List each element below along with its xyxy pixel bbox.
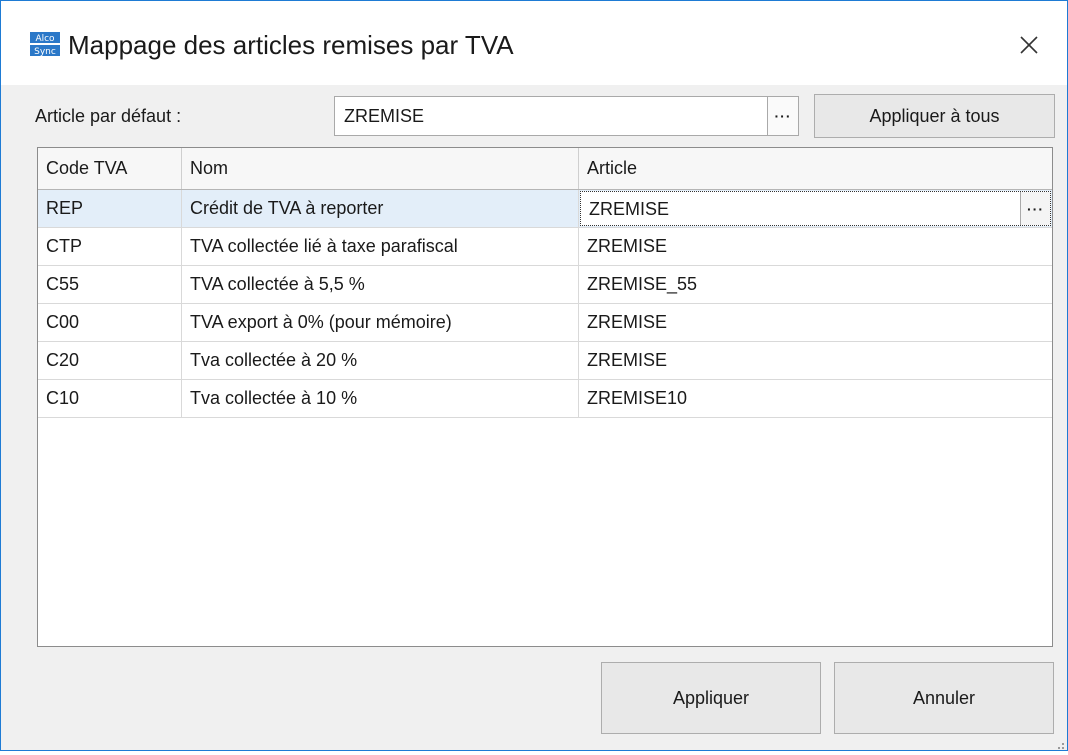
table-row[interactable]: C00 TVA export à 0% (pour mémoire) ZREMI… [38, 304, 1052, 342]
title-bar[interactable]: Alco Sync Mappage des articles remises p… [1, 1, 1067, 85]
default-article-label: Article par défaut : [35, 106, 182, 126]
close-icon [1020, 36, 1038, 54]
apply-button[interactable]: Appliquer [601, 662, 821, 734]
tva-mapping-grid[interactable]: Code TVA Nom Article REP Crédit de TVA à… [37, 147, 1053, 647]
default-article-input[interactable]: ZREMISE ··· [334, 96, 799, 136]
article-cell-editor[interactable]: ZREMISE ··· [580, 191, 1051, 226]
cell-nom[interactable]: TVA collectée lié à taxe parafiscal [182, 228, 579, 265]
default-article-value: ZREMISE [344, 106, 425, 126]
cell-nom[interactable]: Tva collectée à 10 % [182, 380, 579, 417]
cell-code[interactable]: C00 [38, 304, 182, 341]
cell-code[interactable]: CTP [38, 228, 182, 265]
cell-article[interactable]: ZREMISE10 [579, 380, 1052, 417]
cancel-button[interactable]: Annuler [834, 662, 1054, 734]
cell-article: ZREMISE [589, 199, 670, 219]
cell-code[interactable]: C20 [38, 342, 182, 379]
table-row[interactable]: REP Crédit de TVA à reporter ZREMISE ··· [38, 190, 1052, 228]
grid-header: Code TVA Nom Article [38, 148, 1052, 190]
cell-article[interactable]: ZREMISE [579, 304, 1052, 341]
column-header-code-tva[interactable]: Code TVA [38, 148, 182, 189]
table-row[interactable]: C10 Tva collectée à 10 % ZREMISE10 [38, 380, 1052, 418]
window-title: Mappage des articles remises par TVA [68, 30, 514, 60]
cell-code[interactable]: REP [38, 190, 182, 227]
svg-text:Sync: Sync [34, 47, 56, 57]
table-row[interactable]: C55 TVA collectée à 5,5 % ZREMISE_55 [38, 266, 1052, 304]
cell-nom[interactable]: TVA collectée à 5,5 % [182, 266, 579, 303]
close-button[interactable] [1009, 25, 1049, 65]
column-header-nom[interactable]: Nom [182, 148, 579, 189]
table-row[interactable]: CTP TVA collectée lié à taxe parafiscal … [38, 228, 1052, 266]
column-header-article[interactable]: Article [579, 148, 1052, 189]
article-browse-button[interactable]: ··· [1020, 192, 1050, 225]
apply-to-all-button[interactable]: Appliquer à tous [814, 94, 1055, 138]
cell-code[interactable]: C55 [38, 266, 182, 303]
cell-article[interactable]: ZREMISE_55 [579, 266, 1052, 303]
cell-article[interactable]: ZREMISE [579, 228, 1052, 265]
table-row[interactable]: C20 Tva collectée à 20 % ZREMISE [38, 342, 1052, 380]
default-article-browse-button[interactable]: ··· [767, 97, 798, 135]
cell-nom[interactable]: Crédit de TVA à reporter [182, 190, 579, 227]
resize-grip-icon[interactable] [1055, 737, 1065, 749]
svg-text:Alco: Alco [35, 34, 55, 44]
alco-sync-app-icon: Alco Sync [29, 31, 61, 57]
cell-code[interactable]: C10 [38, 380, 182, 417]
cell-nom[interactable]: TVA export à 0% (pour mémoire) [182, 304, 579, 341]
cell-nom[interactable]: Tva collectée à 20 % [182, 342, 579, 379]
cell-article[interactable]: ZREMISE [579, 342, 1052, 379]
dialog-window: Alco Sync Mappage des articles remises p… [0, 0, 1068, 751]
